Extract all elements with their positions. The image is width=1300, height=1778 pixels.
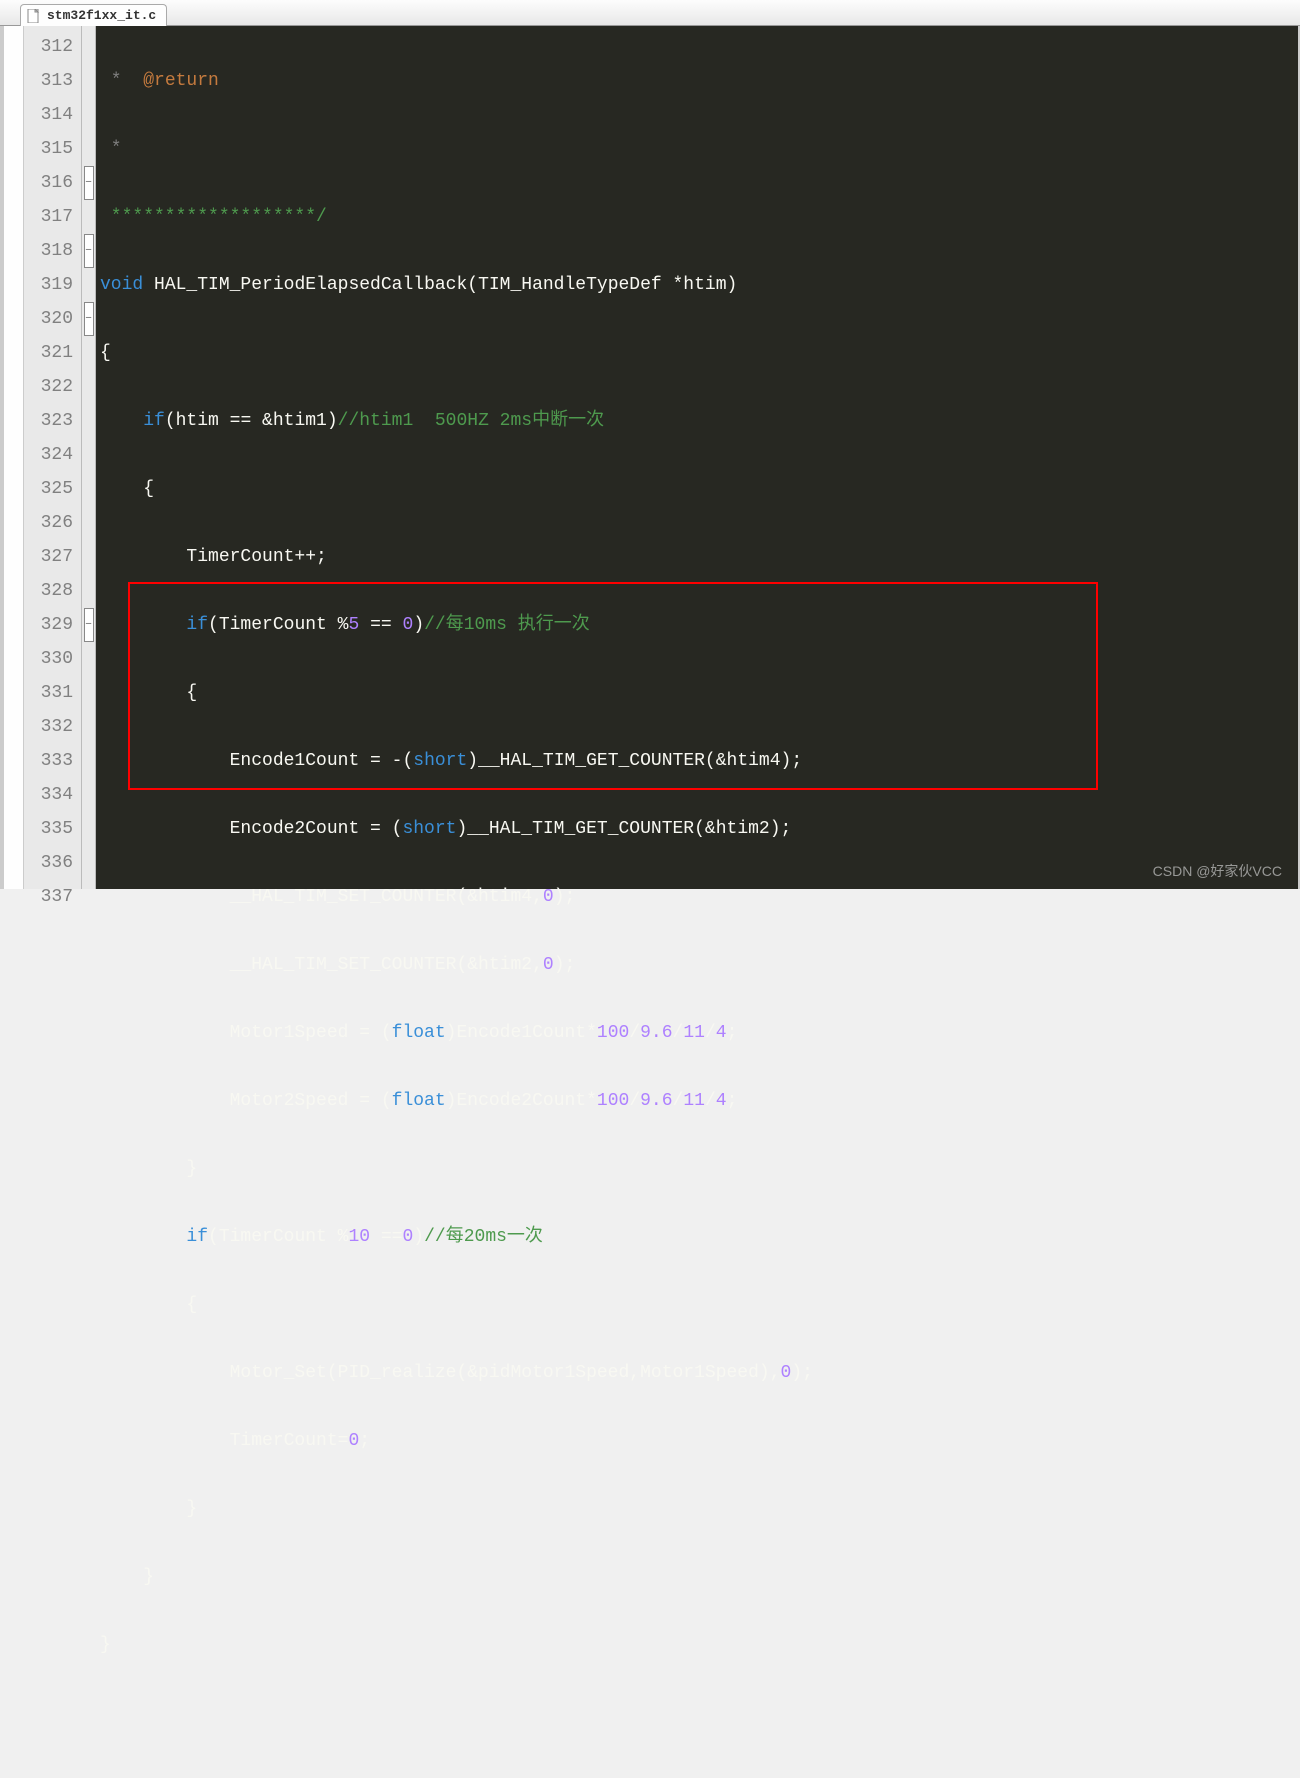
code-line: if(htim == &htim1)//htim1 500HZ 2ms中断一次 <box>100 404 1298 438</box>
code-line: __HAL_TIM_SET_COUNTER(&htim2,0); <box>100 948 1298 982</box>
code-line: Motor1Speed = (float)Encode1Count*100/9.… <box>100 1016 1298 1050</box>
code-line: { <box>100 676 1298 710</box>
fold-toggle-icon[interactable]: − <box>84 234 94 268</box>
line-number: 329 <box>28 608 73 642</box>
code-line <box>100 1696 1298 1730</box>
fold-toggle-icon[interactable]: − <box>84 302 94 336</box>
code-line: TimerCount++; <box>100 540 1298 574</box>
code-line: } <box>100 1628 1298 1662</box>
code-line: { <box>100 1288 1298 1322</box>
code-line: Motor2Speed = (float)Encode2Count*100/9.… <box>100 1084 1298 1118</box>
code-line: void HAL_TIM_PeriodElapsedCallback(TIM_H… <box>100 268 1298 302</box>
line-number: 327 <box>28 540 73 574</box>
line-number: 317 <box>28 200 73 234</box>
code-line: * <box>100 132 1298 166</box>
line-number: 316 <box>28 166 73 200</box>
code-line: if(TimerCount %5 == 0)//每10ms 执行一次 <box>100 608 1298 642</box>
code-line: TimerCount=0; <box>100 1424 1298 1458</box>
line-number: 314 <box>28 98 73 132</box>
tab-filename: stm32f1xx_it.c <box>47 8 156 23</box>
line-number: 326 <box>28 506 73 540</box>
line-number: 335 <box>28 812 73 846</box>
line-number: 325 <box>28 472 73 506</box>
line-number: 330 <box>28 642 73 676</box>
code-line: } <box>100 1560 1298 1594</box>
code-line: if(TimerCount %10 ==0)//每20ms一次 <box>100 1220 1298 1254</box>
line-number: 334 <box>28 778 73 812</box>
line-number: 331 <box>28 676 73 710</box>
line-number: 324 <box>28 438 73 472</box>
margin <box>4 26 24 889</box>
code-line: __HAL_TIM_SET_COUNTER(&htim4,0); <box>100 880 1298 914</box>
code-line: Encode1Count = -(short)__HAL_TIM_GET_COU… <box>100 744 1298 778</box>
fold-toggle-icon[interactable]: − <box>84 608 94 642</box>
code-line: *******************/ <box>100 200 1298 234</box>
code-area[interactable]: * @return * *******************/ void HA… <box>96 26 1298 889</box>
line-number: 322 <box>28 370 73 404</box>
line-number: 328 <box>28 574 73 608</box>
tab-bar: stm32f1xx_it.c <box>0 0 1300 26</box>
line-number: 312 <box>28 30 73 64</box>
fold-column: − − − − <box>82 26 96 889</box>
line-number: 319 <box>28 268 73 302</box>
fold-toggle-icon[interactable]: − <box>84 166 94 200</box>
code-line: Encode2Count = (short)__HAL_TIM_GET_COUN… <box>100 812 1298 846</box>
code-line: Motor_Set(PID_realize(&pidMotor1Speed,Mo… <box>100 1356 1298 1390</box>
watermark: CSDN @好家伙VCC <box>1153 861 1282 881</box>
line-number: 337 <box>28 880 73 914</box>
line-number: 313 <box>28 64 73 98</box>
code-line: { <box>100 336 1298 370</box>
line-number: 315 <box>28 132 73 166</box>
line-number: 332 <box>28 710 73 744</box>
line-number: 318 <box>28 234 73 268</box>
code-line: } <box>100 1492 1298 1526</box>
tab-file[interactable]: stm32f1xx_it.c <box>20 4 167 26</box>
line-number: 323 <box>28 404 73 438</box>
line-number: 333 <box>28 744 73 778</box>
line-number: 321 <box>28 336 73 370</box>
line-number: 320 <box>28 302 73 336</box>
code-line: { <box>100 472 1298 506</box>
code-editor[interactable]: 3123133143153163173183193203213223233243… <box>0 26 1300 889</box>
code-line <box>100 1764 1298 1778</box>
line-number: 336 <box>28 846 73 880</box>
c-file-icon <box>27 9 41 23</box>
code-line: } <box>100 1152 1298 1186</box>
code-line: * @return <box>100 64 1298 98</box>
line-number-gutter: 3123133143153163173183193203213223233243… <box>24 26 82 889</box>
